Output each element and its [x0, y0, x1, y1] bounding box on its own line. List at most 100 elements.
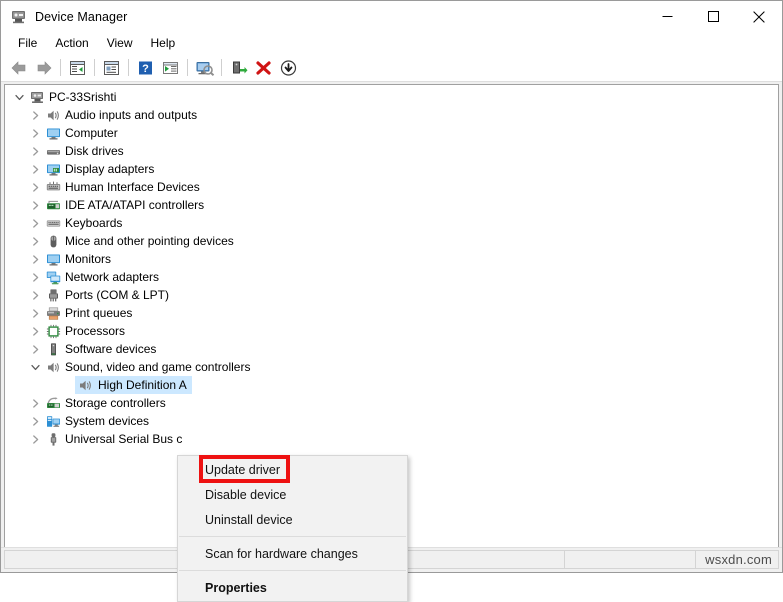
context-menu-item-uninstall-device[interactable]: Uninstall device [178, 507, 407, 532]
chevron-right-icon[interactable] [27, 394, 43, 412]
tree-node[interactable]: Processors [5, 322, 778, 340]
tree-node[interactable]: Storage controllers [5, 394, 778, 412]
help-icon[interactable]: ? [133, 56, 158, 79]
chevron-right-icon[interactable] [27, 268, 43, 286]
forward-icon[interactable] [31, 56, 56, 79]
tree-node-label: PC-33Srishti [49, 90, 117, 104]
scan-for-hardware-changes-icon[interactable] [192, 56, 217, 79]
chevron-right-icon[interactable] [27, 286, 43, 304]
tree-node[interactable]: IDE ATA/ATAPI controllers [5, 196, 778, 214]
context-menu-item-update-driver[interactable]: Update driver [178, 457, 407, 482]
tree-node-label: Monitors [65, 252, 112, 266]
tree-node-label: Mice and other pointing devices [65, 234, 234, 248]
chevron-right-icon[interactable] [27, 124, 43, 142]
mouse-icon [43, 232, 63, 250]
ide-controller-icon [43, 196, 63, 214]
chevron-right-icon[interactable] [27, 196, 43, 214]
toolbar-separator [128, 59, 129, 76]
menu-help[interactable]: Help [142, 33, 185, 53]
chevron-right-icon[interactable] [27, 322, 43, 340]
tree-node-label: Audio inputs and outputs [65, 108, 198, 122]
menu-action[interactable]: Action [46, 33, 97, 53]
properties-icon[interactable] [99, 56, 124, 79]
menu-bar: File Action View Help [1, 32, 782, 54]
uninstall-device-icon[interactable] [251, 56, 276, 79]
usb-icon [43, 430, 63, 448]
title-bar: Device Manager [1, 1, 782, 32]
maximize-button[interactable] [690, 1, 736, 32]
tree-node[interactable]: System devices [5, 412, 778, 430]
tree-node[interactable]: Disk drives [5, 142, 778, 160]
tree-node-label: System devices [65, 414, 150, 428]
toolbar-separator [60, 59, 61, 76]
tree-node[interactable]: Monitors [5, 250, 778, 268]
tree-node-label: Storage controllers [65, 396, 166, 410]
speaker-icon [75, 376, 95, 394]
speaker-icon [43, 358, 63, 376]
chevron-right-icon[interactable] [27, 178, 43, 196]
close-button[interactable] [736, 1, 782, 32]
context-menu-item-disable-device[interactable]: Disable device [178, 482, 407, 507]
chevron-right-icon[interactable] [27, 232, 43, 250]
chevron-right-icon[interactable] [27, 340, 43, 358]
chevron-right-icon[interactable] [27, 106, 43, 124]
tree-node[interactable]: Audio inputs and outputs [5, 106, 778, 124]
tree-node[interactable]: Display adapters [5, 160, 778, 178]
chevron-right-icon[interactable] [27, 412, 43, 430]
menu-file[interactable]: File [9, 33, 46, 53]
chevron-down-icon[interactable] [11, 88, 27, 106]
monitor-icon [43, 124, 63, 142]
status-panel-watermark: wsxdn.com [695, 550, 779, 569]
tree-node-label: Universal Serial Bus c [65, 432, 183, 446]
tree-node[interactable]: High Definition A [5, 376, 778, 394]
processor-icon [43, 322, 63, 340]
back-icon[interactable] [6, 56, 31, 79]
tree-node[interactable]: Mice and other pointing devices [5, 232, 778, 250]
monitor-icon [43, 250, 63, 268]
chevron-down-icon[interactable] [27, 358, 43, 376]
network-adapter-icon [43, 268, 63, 286]
chevron-right-icon[interactable] [27, 160, 43, 178]
context-menu-item-properties[interactable]: Properties [178, 575, 407, 600]
tree-node[interactable]: PC-33Srishti [5, 88, 778, 106]
tree-node[interactable]: Universal Serial Bus c [5, 430, 778, 448]
tree-node[interactable]: Sound, video and game controllers [5, 358, 778, 376]
chevron-right-icon[interactable] [27, 430, 43, 448]
update-driver-icon[interactable] [226, 56, 251, 79]
tree-node[interactable]: Print queues [5, 304, 778, 322]
device-manager-window: Device Manager File Action View Help ? P… [0, 0, 783, 602]
show-hide-action-pane-icon[interactable] [158, 56, 183, 79]
toolbar-separator [221, 59, 222, 76]
software-device-icon [43, 340, 63, 358]
tree-node[interactable]: Software devices [5, 340, 778, 358]
tree-node[interactable]: Human Interface Devices [5, 178, 778, 196]
chevron-right-icon[interactable] [27, 250, 43, 268]
title-bar-left: Device Manager [1, 8, 127, 25]
chevron-right-icon[interactable] [27, 304, 43, 322]
show-hide-console-tree-icon[interactable] [65, 56, 90, 79]
menu-view[interactable]: View [98, 33, 142, 53]
context-menu-separator [179, 570, 406, 571]
context-menu-item-scan-for-hardware-changes[interactable]: Scan for hardware changes [178, 541, 407, 566]
chevron-right-icon[interactable] [27, 214, 43, 232]
tree-node-label: Software devices [65, 342, 157, 356]
tree-node-label: Sound, video and game controllers [65, 360, 251, 374]
status-panel-secondary [564, 550, 695, 569]
tree-node[interactable]: Computer [5, 124, 778, 142]
tree-node-label: Disk drives [65, 144, 124, 158]
tree-node-label: Ports (COM & LPT) [65, 288, 170, 302]
tree-node-label: Human Interface Devices [65, 180, 200, 194]
context-menu[interactable]: Update driver Disable device Uninstall d… [177, 455, 408, 602]
disable-device-icon[interactable] [276, 56, 301, 79]
tree-node[interactable]: Ports (COM & LPT) [5, 286, 778, 304]
display-adapter-icon [43, 160, 63, 178]
tree-node[interactable]: Network adapters [5, 268, 778, 286]
tree-node-label: Processors [65, 324, 126, 338]
tree-node-label: Print queues [65, 306, 133, 320]
tree-node[interactable]: Keyboards [5, 214, 778, 232]
window-controls [644, 1, 782, 32]
minimize-button[interactable] [644, 1, 690, 32]
tree-node-label: Keyboards [65, 216, 123, 230]
chevron-right-icon[interactable] [27, 142, 43, 160]
